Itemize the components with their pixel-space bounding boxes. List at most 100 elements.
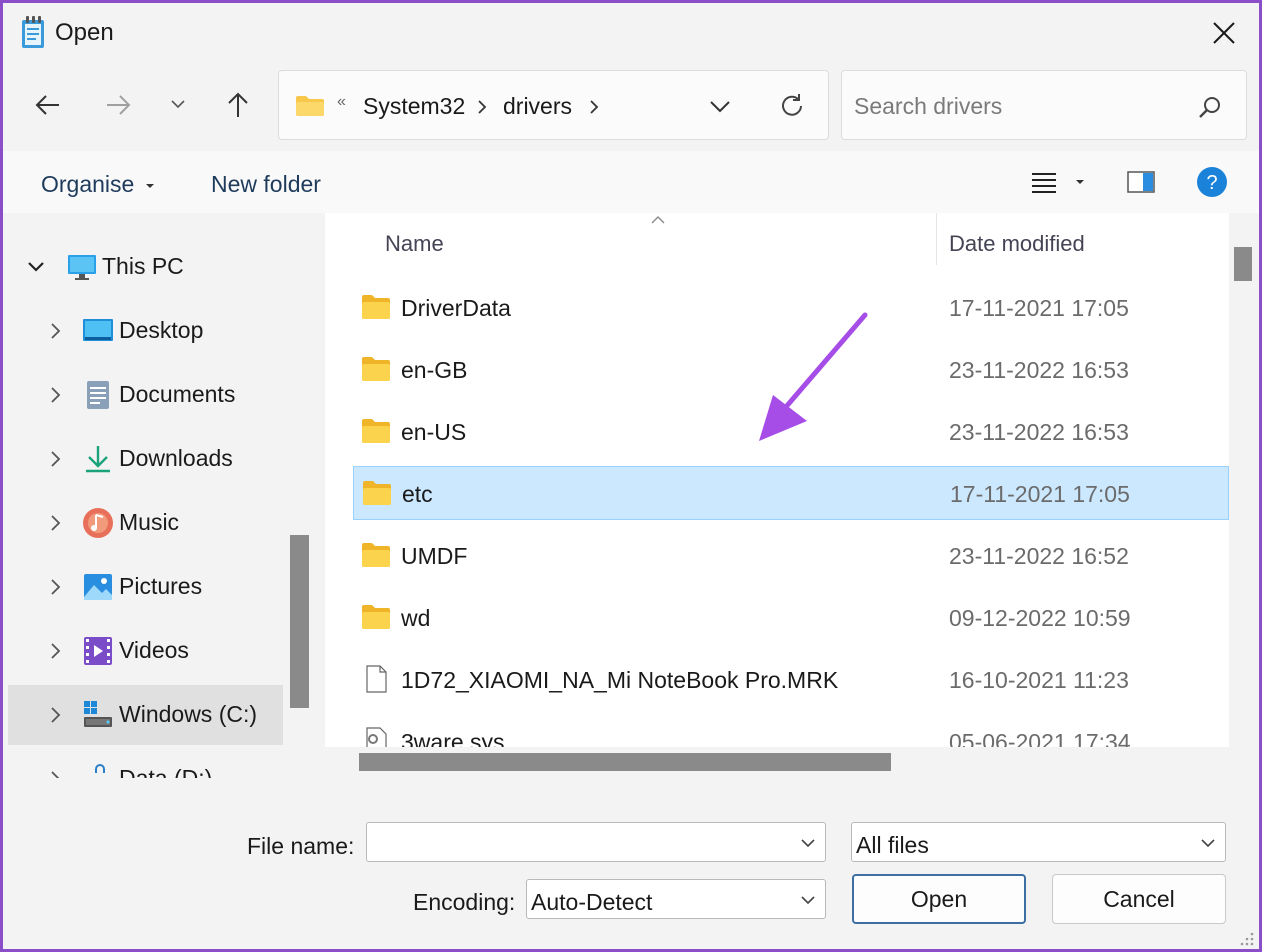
chevron-right-icon[interactable] xyxy=(46,385,66,405)
documents-icon xyxy=(87,381,109,409)
nav-item-windows-c[interactable]: Windows (C:) xyxy=(8,685,283,745)
arrow-right-icon xyxy=(107,95,131,115)
file-name: 1D72_XIAOMI_NA_Mi NoteBook Pro.MRK xyxy=(401,667,839,693)
recent-locations-button[interactable] xyxy=(163,89,193,119)
chevron-right-icon[interactable] xyxy=(46,449,66,469)
nav-item-label: Pictures xyxy=(119,573,203,599)
nav-item-music[interactable]: Music xyxy=(8,493,283,553)
chevron-right-icon[interactable] xyxy=(46,321,66,341)
chevron-down-icon[interactable] xyxy=(26,257,46,277)
chevron-right-icon[interactable] xyxy=(46,769,66,778)
monitor-icon xyxy=(68,255,96,280)
chevron-right-icon[interactable] xyxy=(46,577,66,597)
organise-menu-button[interactable]: Organise xyxy=(41,171,155,198)
svg-text:?: ? xyxy=(1206,172,1217,194)
chevron-right-icon[interactable] xyxy=(46,513,66,533)
videos-icon xyxy=(84,637,112,665)
view-options-caret-icon[interactable] xyxy=(1075,179,1085,185)
file-name: wd xyxy=(401,605,431,631)
file-row-umdf[interactable]: UMDF 23-11-2022 16:52 xyxy=(353,529,1229,583)
breadcrumb-system32[interactable]: System32 xyxy=(363,93,465,120)
navigation-scrollbar-thumb[interactable] xyxy=(290,535,309,708)
folder-icon xyxy=(362,419,390,443)
new-folder-button[interactable]: New folder xyxy=(211,171,321,198)
arrow-up-icon xyxy=(228,92,248,117)
pictures-icon xyxy=(84,574,112,600)
vertical-scrollbar[interactable] xyxy=(1229,213,1259,743)
file-name-combobox[interactable] xyxy=(366,822,826,862)
folder-icon xyxy=(362,295,390,319)
column-separator[interactable] xyxy=(936,213,937,265)
folder-icon xyxy=(363,481,391,505)
back-button[interactable] xyxy=(28,85,68,125)
up-button[interactable] xyxy=(218,85,258,125)
nav-item-label: This PC xyxy=(102,253,184,279)
column-header-name[interactable]: Name xyxy=(385,231,444,257)
sort-ascending-icon xyxy=(651,216,665,224)
file-name-label: File name: xyxy=(247,833,355,859)
file-name-input[interactable] xyxy=(373,829,793,857)
file-name: en-GB xyxy=(401,357,468,383)
file-list: Name Date modified DriverData 17-11-2021… xyxy=(325,213,1229,778)
refresh-icon[interactable] xyxy=(779,93,805,119)
nav-item-label: Windows (C:) xyxy=(119,701,258,727)
search-input[interactable] xyxy=(854,89,1184,123)
file-date: 17-11-2021 17:05 xyxy=(949,295,1129,321)
resize-grip-icon[interactable] xyxy=(1237,929,1255,947)
encoding-select[interactable]: Auto-Detect xyxy=(526,879,826,919)
nav-item-pictures[interactable]: Pictures xyxy=(8,557,283,617)
folder-icon xyxy=(362,605,390,629)
column-header-date-modified[interactable]: Date modified xyxy=(949,231,1085,257)
vertical-scrollbar-thumb[interactable] xyxy=(1234,247,1252,281)
help-icon[interactable]: ? xyxy=(1196,166,1228,198)
chevron-right-icon[interactable] xyxy=(46,641,66,661)
close-button[interactable] xyxy=(1199,13,1249,53)
close-icon xyxy=(1213,22,1235,44)
organise-label: Organise xyxy=(41,171,135,197)
open-button[interactable]: Open xyxy=(852,874,1026,924)
chevron-down-icon[interactable] xyxy=(799,892,817,908)
file-name: etc xyxy=(402,481,433,507)
file-date: 16-10-2021 11:23 xyxy=(949,667,1129,693)
preview-pane-icon[interactable] xyxy=(1127,171,1155,193)
file-type-value: All files xyxy=(856,832,929,858)
search-icon[interactable] xyxy=(1198,95,1222,119)
breadcrumb-drivers[interactable]: drivers xyxy=(503,93,572,120)
nav-item-label: Downloads xyxy=(119,445,233,471)
breadcrumb-overflow[interactable]: « xyxy=(337,93,346,111)
encoding-value: Auto-Detect xyxy=(531,889,653,915)
horizontal-scrollbar-thumb[interactable] xyxy=(359,753,891,771)
nav-item-desktop[interactable]: Desktop xyxy=(8,301,283,361)
file-date: 17-11-2021 17:05 xyxy=(950,481,1130,507)
file-row-mrk[interactable]: 1D72_XIAOMI_NA_Mi NoteBook Pro.MRK 16-10… xyxy=(353,653,1229,707)
chevron-right-icon[interactable] xyxy=(46,705,66,725)
file-date: 23-11-2022 16:53 xyxy=(949,419,1129,445)
file-name: en-US xyxy=(401,419,467,445)
nav-item-label: Videos xyxy=(119,637,189,663)
window-title: Open xyxy=(55,19,114,46)
details-view-icon[interactable] xyxy=(1031,171,1057,195)
nav-item-downloads[interactable]: Downloads xyxy=(8,429,283,489)
cancel-button[interactable]: Cancel xyxy=(1052,874,1226,924)
file-row-wd[interactable]: wd 09-12-2022 10:59 xyxy=(353,591,1229,645)
desktop-icon xyxy=(83,319,113,341)
file-name: DriverData xyxy=(401,295,511,321)
nav-item-documents[interactable]: Documents xyxy=(8,365,283,425)
chevron-down-icon[interactable] xyxy=(799,835,817,851)
nav-item-label: Desktop xyxy=(119,317,204,343)
file-row-etc[interactable]: etc 17-11-2021 17:05 xyxy=(353,466,1229,520)
nav-item-label: Data (D:) xyxy=(119,765,213,778)
nav-item-videos[interactable]: Videos xyxy=(8,621,283,681)
address-bar[interactable]: « System32 drivers xyxy=(278,70,829,140)
nav-item-data-d[interactable]: Data (D:) xyxy=(8,749,283,778)
caret-down-icon xyxy=(145,183,154,188)
nav-item-label: Music xyxy=(119,509,180,535)
nav-item-this-pc[interactable]: This PC xyxy=(8,237,283,297)
address-history-chevron-icon[interactable] xyxy=(709,100,731,114)
notepad-app-icon xyxy=(22,16,44,48)
drive-d-icon xyxy=(95,764,105,773)
forward-button[interactable] xyxy=(98,85,138,125)
file-type-select[interactable]: All files xyxy=(851,822,1226,862)
chevron-down-icon[interactable] xyxy=(1199,835,1217,851)
search-box[interactable] xyxy=(841,70,1247,140)
